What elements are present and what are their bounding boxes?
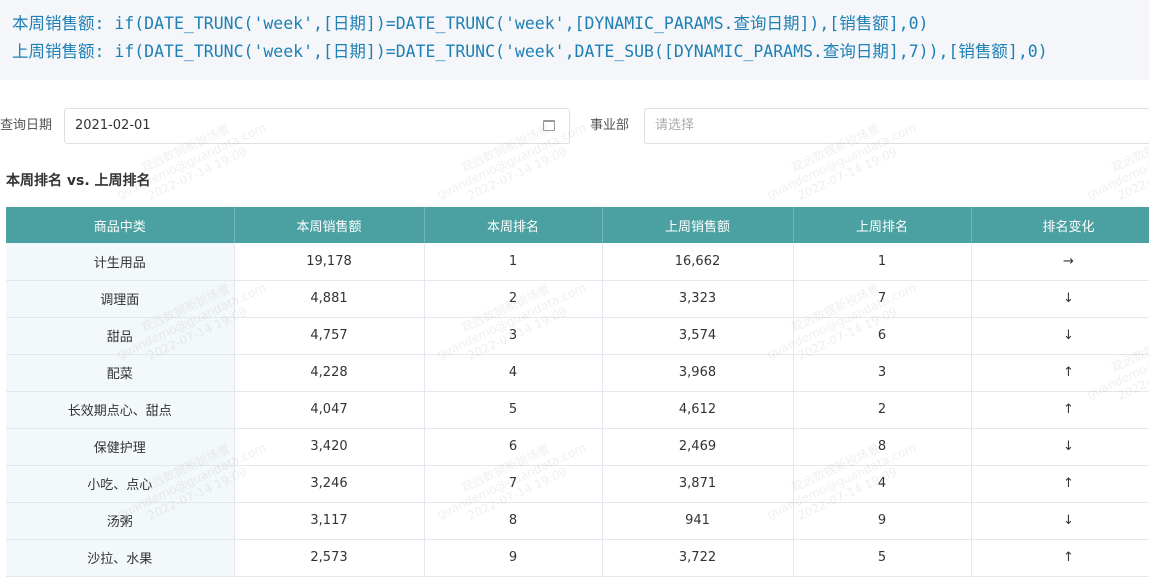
- table-cell: 3,968: [602, 354, 794, 392]
- table-row[interactable]: 保健护理 3,420 6 2,469 8 ↓: [6, 428, 1149, 466]
- table-cell: 3,574: [602, 317, 794, 355]
- table-cell: 3,323: [602, 280, 794, 318]
- table-cell: 4,228: [234, 354, 425, 392]
- table-cell: 配菜: [6, 354, 235, 392]
- dept-select[interactable]: 请选择: [644, 108, 1149, 144]
- filter-bar: 查询日期 2021-02-01 事业部 请选择: [0, 108, 1149, 144]
- table-cell: 3,117: [234, 502, 425, 540]
- dept-select-placeholder: 请选择: [655, 118, 695, 133]
- table-header-row: 商品中类 本周销售额 本周排名 上周销售额 上周排名 排名变化: [6, 207, 1149, 243]
- date-picker[interactable]: 2021-02-01: [64, 108, 570, 144]
- table-cell: 调理面: [6, 280, 235, 318]
- table-row[interactable]: 沙拉、水果 2,573 9 3,722 5 ↑: [6, 539, 1149, 577]
- table-cell: 4: [793, 465, 972, 503]
- table-cell: 5: [793, 539, 972, 577]
- table-cell: 1: [424, 243, 603, 281]
- table-cell: 5: [424, 391, 603, 429]
- table-cell: 长效期点心、甜点: [6, 391, 235, 429]
- table-cell: ↑: [971, 391, 1149, 429]
- column-header[interactable]: 上周销售额: [602, 207, 794, 243]
- table-row[interactable]: 调理面 4,881 2 3,323 7 ↓: [6, 280, 1149, 318]
- table-cell: 计生用品: [6, 243, 235, 281]
- date-filter-label: 查询日期: [0, 118, 53, 133]
- table-cell: 4,757: [234, 317, 425, 355]
- column-header[interactable]: 上周排名: [793, 207, 972, 243]
- table-cell: 19,178: [234, 243, 425, 281]
- table-cell: 3,420: [234, 428, 425, 466]
- date-picker-value: 2021-02-01: [75, 118, 151, 133]
- table-cell: 4,881: [234, 280, 425, 318]
- table-cell: →: [971, 243, 1149, 281]
- table-row[interactable]: 汤粥 3,117 8 941 9 ↓: [6, 502, 1149, 540]
- table-row[interactable]: 小吃、点心 3,246 7 3,871 4 ↑: [6, 465, 1149, 503]
- table-cell: 保健护理: [6, 428, 235, 466]
- table-cell: 2,469: [602, 428, 794, 466]
- table-cell: ↓: [971, 317, 1149, 355]
- table-cell: 6: [424, 428, 603, 466]
- watermark-text: 2022-07-14 19:09: [795, 144, 900, 203]
- table-cell: ↑: [971, 465, 1149, 503]
- table-cell: 1: [793, 243, 972, 281]
- table-cell: ↑: [971, 539, 1149, 577]
- watermark-text: 2022-07-14 19:09: [1115, 144, 1149, 203]
- table-cell: 3,722: [602, 539, 794, 577]
- table-cell: 16,662: [602, 243, 794, 281]
- table-cell: 941: [602, 502, 794, 540]
- table-row[interactable]: 配菜 4,228 4 3,968 3 ↑: [6, 354, 1149, 392]
- watermark-text: 2022-07-14 19:09: [465, 144, 570, 203]
- table-cell: 小吃、点心: [6, 465, 235, 503]
- table-cell: 2: [793, 391, 972, 429]
- table-cell: 汤粥: [6, 502, 235, 540]
- card-title: 本周排名 vs. 上周排名: [6, 173, 151, 189]
- table-row[interactable]: 计生用品 19,178 1 16,662 1 →: [6, 243, 1149, 281]
- dept-filter-label: 事业部: [590, 118, 630, 133]
- ranking-table: 商品中类 本周销售额 本周排名 上周销售额 上周排名 排名变化 计生用品 19,1…: [6, 207, 1149, 577]
- table-cell: ↓: [971, 428, 1149, 466]
- table-cell: 甜品: [6, 317, 235, 355]
- table-cell: 3,871: [602, 465, 794, 503]
- table-cell: ↓: [971, 280, 1149, 318]
- table-cell: 9: [793, 502, 972, 540]
- table-cell: 7: [793, 280, 972, 318]
- column-header[interactable]: 本周排名: [424, 207, 603, 243]
- table-cell: 2: [424, 280, 603, 318]
- table-cell: 8: [793, 428, 972, 466]
- column-header[interactable]: 排名变化: [971, 207, 1149, 243]
- table-cell: ↓: [971, 502, 1149, 540]
- table-cell: 6: [793, 317, 972, 355]
- table-cell: 8: [424, 502, 603, 540]
- table-cell: ↑: [971, 354, 1149, 392]
- table-cell: 3: [424, 317, 603, 355]
- table-cell: 2,573: [234, 539, 425, 577]
- table-cell: 3,246: [234, 465, 425, 503]
- table-cell: 4,612: [602, 391, 794, 429]
- table-row[interactable]: 甜品 4,757 3 3,574 6 ↓: [6, 317, 1149, 355]
- table-cell: 沙拉、水果: [6, 539, 235, 577]
- formula-line-this-week: 本周销售额: if(DATE_TRUNC('week',[日期])=DATE_T…: [12, 14, 929, 33]
- table-row[interactable]: 长效期点心、甜点 4,047 5 4,612 2 ↑: [6, 391, 1149, 429]
- table-cell: 9: [424, 539, 603, 577]
- formula-line-last-week: 上周销售额: if(DATE_TRUNC('week',[日期])=DATE_T…: [12, 42, 1048, 61]
- formula-banner: 本周销售额: if(DATE_TRUNC('week',[日期])=DATE_T…: [0, 0, 1149, 80]
- table-cell: 4: [424, 354, 603, 392]
- table-cell: 7: [424, 465, 603, 503]
- column-header[interactable]: 商品中类: [6, 207, 235, 243]
- table-cell: 4,047: [234, 391, 425, 429]
- column-header[interactable]: 本周销售额: [234, 207, 425, 243]
- calendar-icon[interactable]: [543, 120, 555, 131]
- table-cell: 3: [793, 354, 972, 392]
